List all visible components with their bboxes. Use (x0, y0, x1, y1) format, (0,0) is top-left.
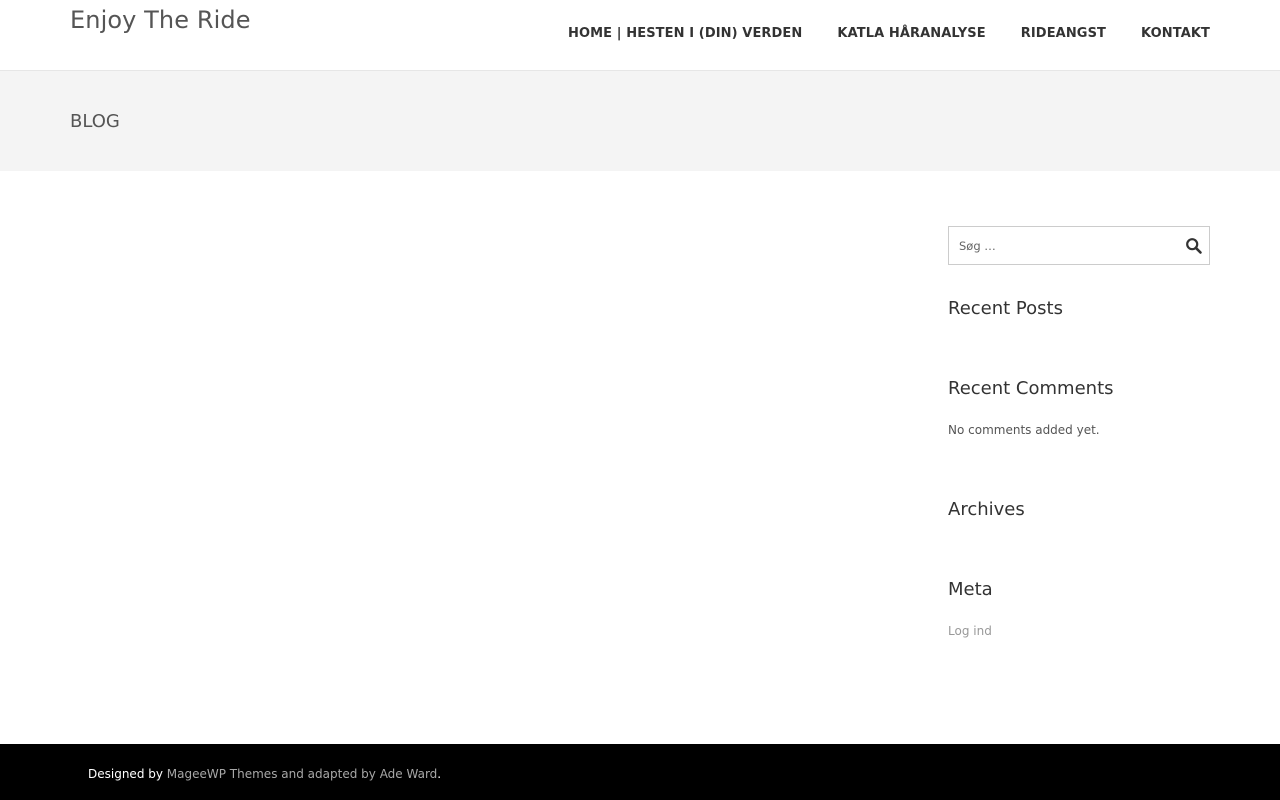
theme-credit-link[interactable]: MageeWP Themes (167, 767, 278, 781)
page-banner: BLOG (0, 71, 1280, 171)
designed-by-label: Designed by (88, 767, 163, 781)
nav-item-rideangst[interactable]: RIDEANGST (1021, 26, 1106, 41)
site-footer: Designed by MageeWP Themes and adapted b… (0, 744, 1280, 800)
site-title-link[interactable]: Enjoy The Ride (70, 6, 251, 34)
meta-title: Meta (948, 579, 993, 600)
nav-item-katla-haaranalyse[interactable]: KATLA HÅRANALYSE (837, 26, 985, 41)
search-button[interactable] (1185, 237, 1203, 255)
archives-title: Archives (948, 499, 1025, 520)
site-header: Enjoy The Ride HOME | HESTEN I (DIN) VER… (0, 0, 1280, 71)
footer-period: . (437, 767, 442, 781)
nav-item-kontakt[interactable]: KONTAKT (1141, 26, 1210, 41)
recent-comments-title: Recent Comments (948, 378, 1114, 399)
search-input[interactable] (949, 227, 1179, 264)
search-form (948, 226, 1210, 265)
meta-link-login[interactable]: Log ind (948, 624, 992, 638)
search-icon (1186, 238, 1202, 254)
recent-posts-title: Recent Posts (948, 298, 1063, 319)
author-credit-link[interactable]: Ade Ward (380, 767, 438, 781)
sidebar: Recent Posts Recent Comments No comments… (948, 226, 1210, 638)
adapted-by-text: and adapted by (281, 767, 376, 781)
main-nav: HOME | HESTEN I (DIN) VERDEN KATLA HÅRAN… (533, 26, 1210, 41)
nav-item-home[interactable]: HOME | HESTEN I (DIN) VERDEN (568, 26, 802, 41)
no-comments-text: No comments added yet. (948, 423, 1100, 437)
page-title: BLOG (70, 111, 120, 132)
footer-credit: Designed by MageeWP Themes and adapted b… (88, 767, 441, 781)
